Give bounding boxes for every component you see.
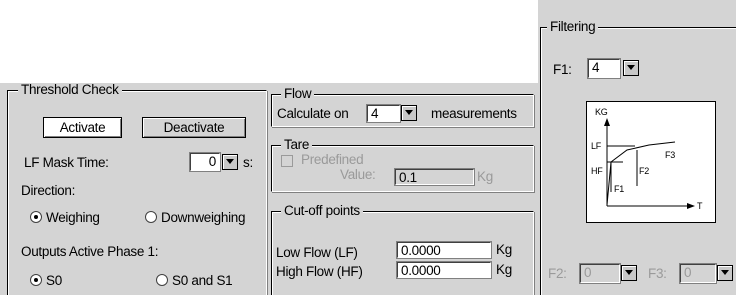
lf-mask-unit: s: (243, 155, 253, 170)
predefined-checkbox[interactable] (281, 155, 293, 167)
f3-label: F3: (648, 266, 667, 281)
lf-mask-label: LF Mask Time: (24, 155, 109, 170)
graph-y-label: KG (595, 107, 608, 117)
low-flow-unit: Kg (496, 242, 512, 257)
graph-hf-label: HF (591, 166, 603, 176)
outputs-label: Outputs Active Phase 1: (21, 244, 159, 259)
lf-mask-dropdown-icon[interactable] (222, 154, 238, 170)
flow-title: Flow (281, 87, 315, 101)
filter-graph: KG T LF HF F1 F2 F3 (586, 101, 716, 223)
downweighing-label[interactable]: Downweighing (161, 210, 246, 225)
weighing-radio[interactable] (30, 211, 42, 223)
low-flow-label: Low Flow (LF) (276, 245, 358, 260)
high-flow-unit: Kg (496, 262, 512, 277)
direction-label: Direction: (21, 183, 76, 198)
threshold-title: Threshold Check (18, 83, 122, 97)
graph-f2-label: F2 (639, 166, 649, 176)
f2-label: F2: (548, 266, 567, 281)
filtering-title: Filtering (547, 20, 599, 34)
s0s1-label[interactable]: S0 and S1 (172, 273, 233, 288)
f1-field[interactable]: 4 (588, 59, 620, 78)
calculate-dropdown-icon[interactable] (401, 105, 417, 121)
tare-value-label: Value: (340, 167, 376, 182)
tare-unit: Kg (477, 169, 493, 184)
tare-title: Tare (281, 138, 313, 152)
cutoff-title: Cut-off points (281, 204, 363, 218)
calculate-field[interactable]: 4 (367, 105, 400, 122)
f1-label: F1: (553, 62, 572, 77)
predefined-label: Predefined (301, 152, 364, 167)
f3-field[interactable]: 0 (680, 264, 716, 283)
s0s1-radio[interactable] (156, 274, 168, 286)
weighing-label[interactable]: Weighing (46, 210, 100, 225)
graph-x-label: T (697, 201, 703, 211)
graph-lf-label: LF (591, 141, 601, 151)
high-flow-label: High Flow (HF) (276, 264, 363, 279)
calculate-label: Calculate on (277, 106, 349, 121)
graph-x-arrow-icon (687, 203, 695, 209)
high-flow-field[interactable]: 0.0000 (397, 262, 491, 278)
graph-f1-label: F1 (614, 184, 624, 194)
low-flow-field[interactable]: 0.0000 (397, 242, 491, 258)
s0-label[interactable]: S0 (46, 273, 62, 288)
graph-f3-label: F3 (665, 150, 675, 160)
tare-value-field[interactable]: 0.1 (395, 169, 474, 185)
f2-dropdown-icon[interactable] (621, 265, 637, 281)
lf-mask-field[interactable]: 0 (190, 153, 220, 171)
deactivate-button[interactable]: Deactivate (142, 117, 246, 138)
downweighing-radio[interactable] (145, 211, 157, 223)
f3-dropdown-icon[interactable] (717, 265, 733, 281)
f1-dropdown-icon[interactable] (623, 60, 639, 76)
f2-field[interactable]: 0 (580, 264, 620, 283)
measurements-label: measurements (431, 106, 517, 121)
s0-radio[interactable] (30, 274, 42, 286)
activate-button[interactable]: Activate (43, 117, 122, 138)
